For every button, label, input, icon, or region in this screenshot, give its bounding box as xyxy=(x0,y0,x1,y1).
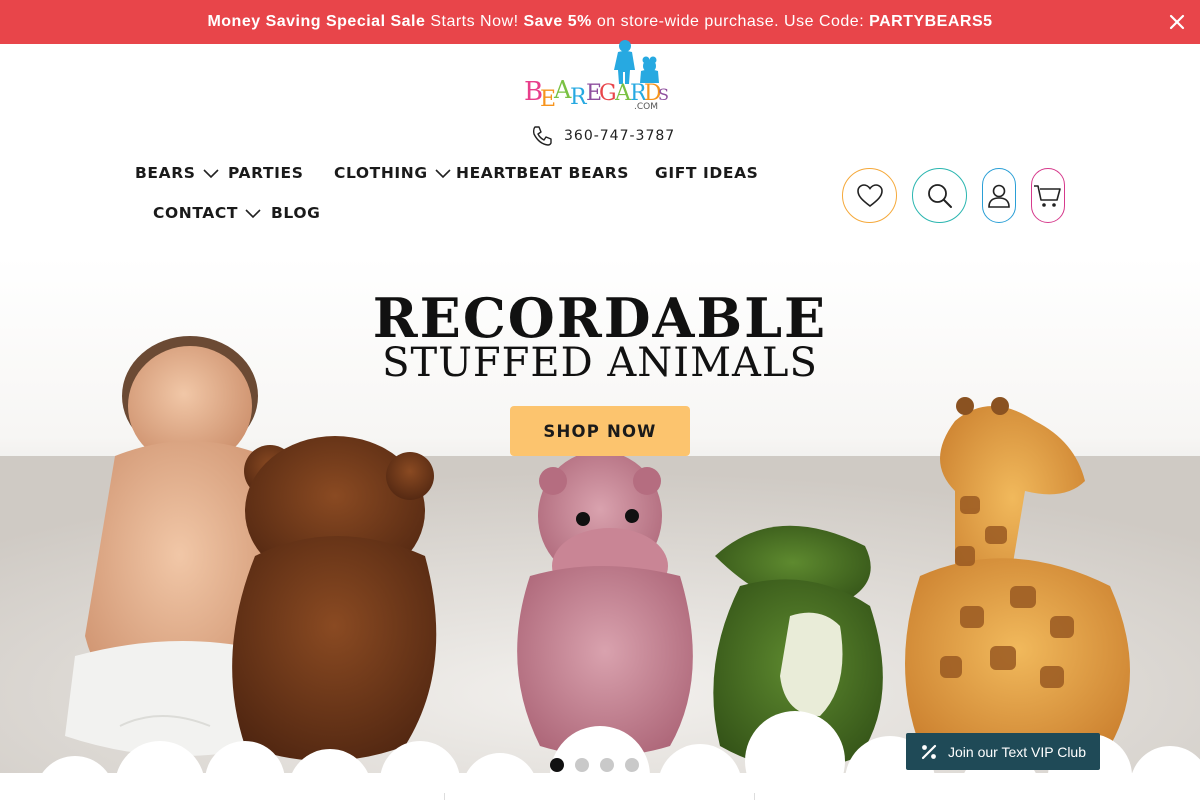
announcement-discount: Save 5% xyxy=(523,13,592,30)
logo-suffix: .COM xyxy=(634,102,658,112)
phone-number: 360-747-3787 xyxy=(564,128,676,144)
vip-label: Join our Text VIP Club xyxy=(948,743,1087,760)
nav-item-gift-ideas[interactable]: GIFT IDEAS xyxy=(655,164,758,182)
announcement-text-2: on store-wide purchase. Use Code: xyxy=(591,13,870,30)
svg-text:S: S xyxy=(658,85,669,104)
nav-item-parties[interactable]: PARTIES xyxy=(228,164,303,182)
carousel-dot-2[interactable] xyxy=(575,758,589,772)
cart-button[interactable] xyxy=(1031,168,1065,223)
nav-item-heartbeat-bears[interactable]: HEARTBEAT BEARS xyxy=(456,164,629,182)
close-icon[interactable] xyxy=(1166,11,1188,33)
account-icon xyxy=(988,184,1010,208)
cart-icon xyxy=(1034,184,1061,207)
announcement-text-1: Starts Now! xyxy=(425,13,524,30)
hero-banner: RECORDABLE STUFFED ANIMALS SHOP NOW xyxy=(0,256,1200,773)
contact-phone[interactable]: 360-747-3787 xyxy=(530,124,675,148)
chevron-down-icon xyxy=(435,169,451,179)
phone-icon xyxy=(532,126,552,146)
heart-icon xyxy=(856,183,883,207)
section-divider xyxy=(444,793,445,800)
announcement-sale-label: Money Saving Special Sale xyxy=(207,13,426,30)
nav-label-contact: CONTACT xyxy=(153,204,239,222)
carousel-dot-1[interactable] xyxy=(550,758,564,772)
text-vip-club-button[interactable]: Join our Text VIP Club xyxy=(906,733,1100,770)
nav-label-bears: BEARS xyxy=(135,164,196,182)
nav-item-bears[interactable]: BEARS xyxy=(135,164,220,182)
percent-icon xyxy=(921,744,937,759)
search-icon xyxy=(927,183,952,208)
chevron-down-icon xyxy=(202,169,219,179)
section-divider xyxy=(754,793,755,800)
announcement-code: PARTYBEARS5 xyxy=(869,13,993,30)
account-button[interactable] xyxy=(982,168,1016,223)
nav-label-parties: PARTIES xyxy=(228,164,304,182)
wishlist-button[interactable] xyxy=(842,168,897,223)
announcement-bar: Money Saving Special Sale Starts Now! Sa… xyxy=(0,0,1200,44)
nav-label-blog: BLOG xyxy=(271,204,321,222)
search-button[interactable] xyxy=(912,168,967,223)
nav-item-clothing[interactable]: CLOTHING xyxy=(334,164,452,182)
carousel-dot-4[interactable] xyxy=(625,758,639,772)
shop-now-button[interactable]: SHOP NOW xyxy=(510,406,690,456)
nav-item-blog[interactable]: BLOG xyxy=(271,204,320,222)
nav-item-contact[interactable]: CONTACT xyxy=(153,204,262,222)
site-logo[interactable]: B E A R E G A R D S .COM xyxy=(520,40,670,112)
nav-label-clothing: CLOTHING xyxy=(334,164,428,182)
nav-label-heartbeat-bears: HEARTBEAT BEARS xyxy=(456,164,630,182)
carousel-dot-3[interactable] xyxy=(600,758,614,772)
svg-text:G: G xyxy=(599,81,617,106)
announcement-text: Money Saving Special Sale Starts Now! Sa… xyxy=(207,13,992,31)
hero-title-line2: STUFFED ANIMALS xyxy=(382,340,818,386)
nav-label-gift-ideas: GIFT IDEAS xyxy=(655,164,759,182)
carousel-dots xyxy=(550,758,639,772)
chevron-down-icon xyxy=(245,209,261,219)
